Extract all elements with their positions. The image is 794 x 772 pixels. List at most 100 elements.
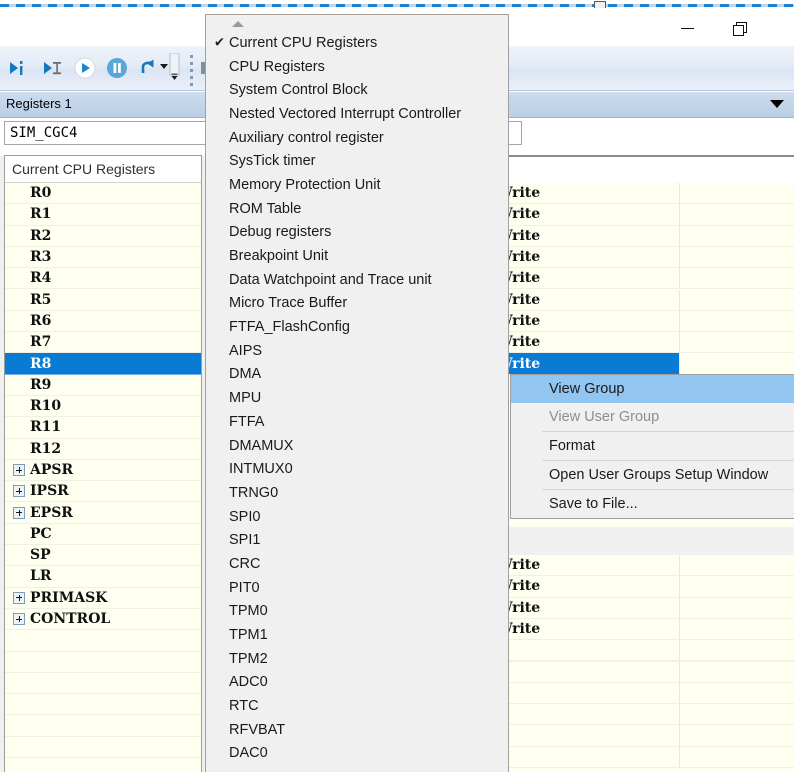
chevron-down-icon[interactable] <box>770 100 784 108</box>
group-menu-item[interactable]: INTMUX0 <box>206 457 508 481</box>
group-menu-item[interactable]: CPU Registers <box>206 55 508 79</box>
pause-icon[interactable] <box>104 56 130 80</box>
access-row[interactable] <box>500 661 794 683</box>
register-row[interactable]: R0 <box>5 183 201 205</box>
access-row[interactable]: Write <box>500 332 794 354</box>
register-row[interactable]: R9 <box>5 374 201 396</box>
register-row[interactable]: R7 <box>5 332 201 354</box>
access-row[interactable]: Write <box>500 353 794 375</box>
access-row[interactable]: Write <box>500 310 794 333</box>
register-context-menu[interactable]: View Group View User Group Format Open User… <box>510 374 794 519</box>
context-menu-item[interactable]: Save to File... <box>511 490 794 518</box>
run-icon[interactable] <box>72 56 98 80</box>
group-menu-item[interactable]: RTC <box>206 694 508 718</box>
access-row[interactable]: Write <box>500 597 794 619</box>
access-row[interactable]: Write <box>500 246 794 269</box>
access-row[interactable] <box>500 640 794 662</box>
group-menu-item[interactable]: RFVBAT <box>206 718 508 742</box>
register-row[interactable] <box>5 630 201 652</box>
register-row[interactable]: R8 <box>5 353 201 375</box>
access-row[interactable]: Write <box>500 618 794 641</box>
access-row[interactable] <box>500 682 794 705</box>
group-menu-item[interactable]: ADC0 <box>206 671 508 695</box>
group-menu-item[interactable]: TPM1 <box>206 623 508 647</box>
register-row[interactable]: R1 <box>5 204 201 226</box>
group-menu-item[interactable]: SPI1 <box>206 528 508 552</box>
group-menu-item[interactable]: System Control Block <box>206 78 508 102</box>
context-menu-item[interactable]: Format <box>511 432 794 460</box>
minimize-button[interactable] <box>670 16 704 40</box>
group-menu-item[interactable]: SPI0 <box>206 505 508 529</box>
register-row[interactable]: R10 <box>5 395 201 418</box>
group-menu-item[interactable]: Micro Trace Buffer <box>206 292 508 316</box>
group-menu-item[interactable]: Memory Protection Unit <box>206 173 508 197</box>
access-row[interactable]: Write <box>500 289 794 311</box>
chevron-down-icon[interactable] <box>146 59 168 83</box>
expand-plus-icon[interactable] <box>13 506 25 519</box>
register-row[interactable]: IPSR <box>5 481 201 503</box>
step-into-icon[interactable] <box>6 56 32 80</box>
register-row[interactable]: APSR <box>5 459 201 482</box>
access-row[interactable] <box>500 725 794 747</box>
access-row[interactable] <box>500 704 794 726</box>
access-row[interactable]: Write <box>500 268 794 290</box>
register-row[interactable] <box>5 758 201 772</box>
group-menu-item[interactable]: FTFA_FlashConfig <box>206 315 508 339</box>
group-menu-item[interactable]: AIPS <box>206 339 508 363</box>
group-menu-item[interactable]: Data Watchpoint and Trace unit <box>206 268 508 292</box>
register-group-menu[interactable]: ✔ Current CPU Registers CPU Registers Syste… <box>205 14 509 772</box>
expand-plus-icon[interactable] <box>13 464 25 476</box>
access-row[interactable]: Write <box>500 204 794 226</box>
register-row[interactable]: LR <box>5 566 201 588</box>
register-row[interactable] <box>5 672 201 695</box>
group-menu-item[interactable]: Auxiliary control register <box>206 126 508 150</box>
restore-button[interactable] <box>722 16 756 40</box>
group-menu-item[interactable]: TPM0 <box>206 600 508 624</box>
register-row[interactable]: CONTROL <box>5 608 201 631</box>
access-row[interactable] <box>500 746 794 768</box>
register-row[interactable] <box>5 694 201 716</box>
register-row[interactable] <box>5 715 201 737</box>
register-row[interactable]: R11 <box>5 417 201 439</box>
group-menu-item[interactable]: TRNG0 <box>206 481 508 505</box>
group-menu-item[interactable]: SysTick timer <box>206 149 508 173</box>
toolbar-handle-icon[interactable] <box>168 53 182 83</box>
group-menu-item[interactable]: DAC0 <box>206 742 508 766</box>
expand-plus-icon[interactable] <box>13 591 25 604</box>
group-menu-item[interactable]: Nested Vectored Interrupt Controller <box>206 102 508 126</box>
expand-plus-icon[interactable] <box>13 485 25 498</box>
access-row[interactable]: Write <box>500 555 794 577</box>
group-menu-item[interactable]: Debug registers <box>206 221 508 245</box>
register-row[interactable]: R5 <box>5 289 201 311</box>
menu-scroll-up-button[interactable] <box>206 15 508 31</box>
group-menu-item[interactable]: TPM2 <box>206 647 508 671</box>
access-row[interactable]: Write <box>500 225 794 247</box>
context-menu-item[interactable]: Open User Groups Setup Window <box>511 461 794 489</box>
group-menu-item[interactable]: MPU <box>206 386 508 410</box>
register-row[interactable] <box>5 736 201 759</box>
tab-registers-1[interactable]: Registers 1 <box>6 96 72 111</box>
group-menu-item[interactable]: DMA <box>206 363 508 387</box>
group-menu-item[interactable]: PIT0 <box>206 576 508 600</box>
group-menu-item[interactable]: FTFA <box>206 410 508 434</box>
register-row[interactable]: R6 <box>5 310 201 333</box>
group-menu-item[interactable]: CRC <box>206 552 508 576</box>
register-row[interactable]: R12 <box>5 438 201 460</box>
register-row[interactable]: PC <box>5 523 201 546</box>
expand-plus-icon[interactable] <box>13 613 25 626</box>
context-menu-item[interactable]: View Group <box>511 375 794 403</box>
register-row[interactable] <box>5 651 201 673</box>
access-row[interactable]: Write <box>500 183 794 205</box>
group-menu-item[interactable]: DMAMUX <box>206 434 508 458</box>
toolbar-overflow-icon[interactable] <box>190 55 194 86</box>
group-menu-item[interactable]: ✔ Current CPU Registers <box>206 31 508 55</box>
step-over-icon[interactable] <box>40 56 66 80</box>
register-row[interactable]: R2 <box>5 225 201 247</box>
register-grid[interactable]: Current CPU Registers R0 R1 R2 R3 R4 R5 R6 R7 R8… <box>4 155 202 772</box>
register-row[interactable]: EPSR <box>5 502 201 524</box>
group-menu-item[interactable]: Breakpoint Unit <box>206 244 508 268</box>
register-row[interactable]: R3 <box>5 246 201 269</box>
group-menu-item[interactable]: ROM Table <box>206 197 508 221</box>
register-row[interactable]: SP <box>5 545 201 567</box>
register-row[interactable]: R4 <box>5 268 201 290</box>
